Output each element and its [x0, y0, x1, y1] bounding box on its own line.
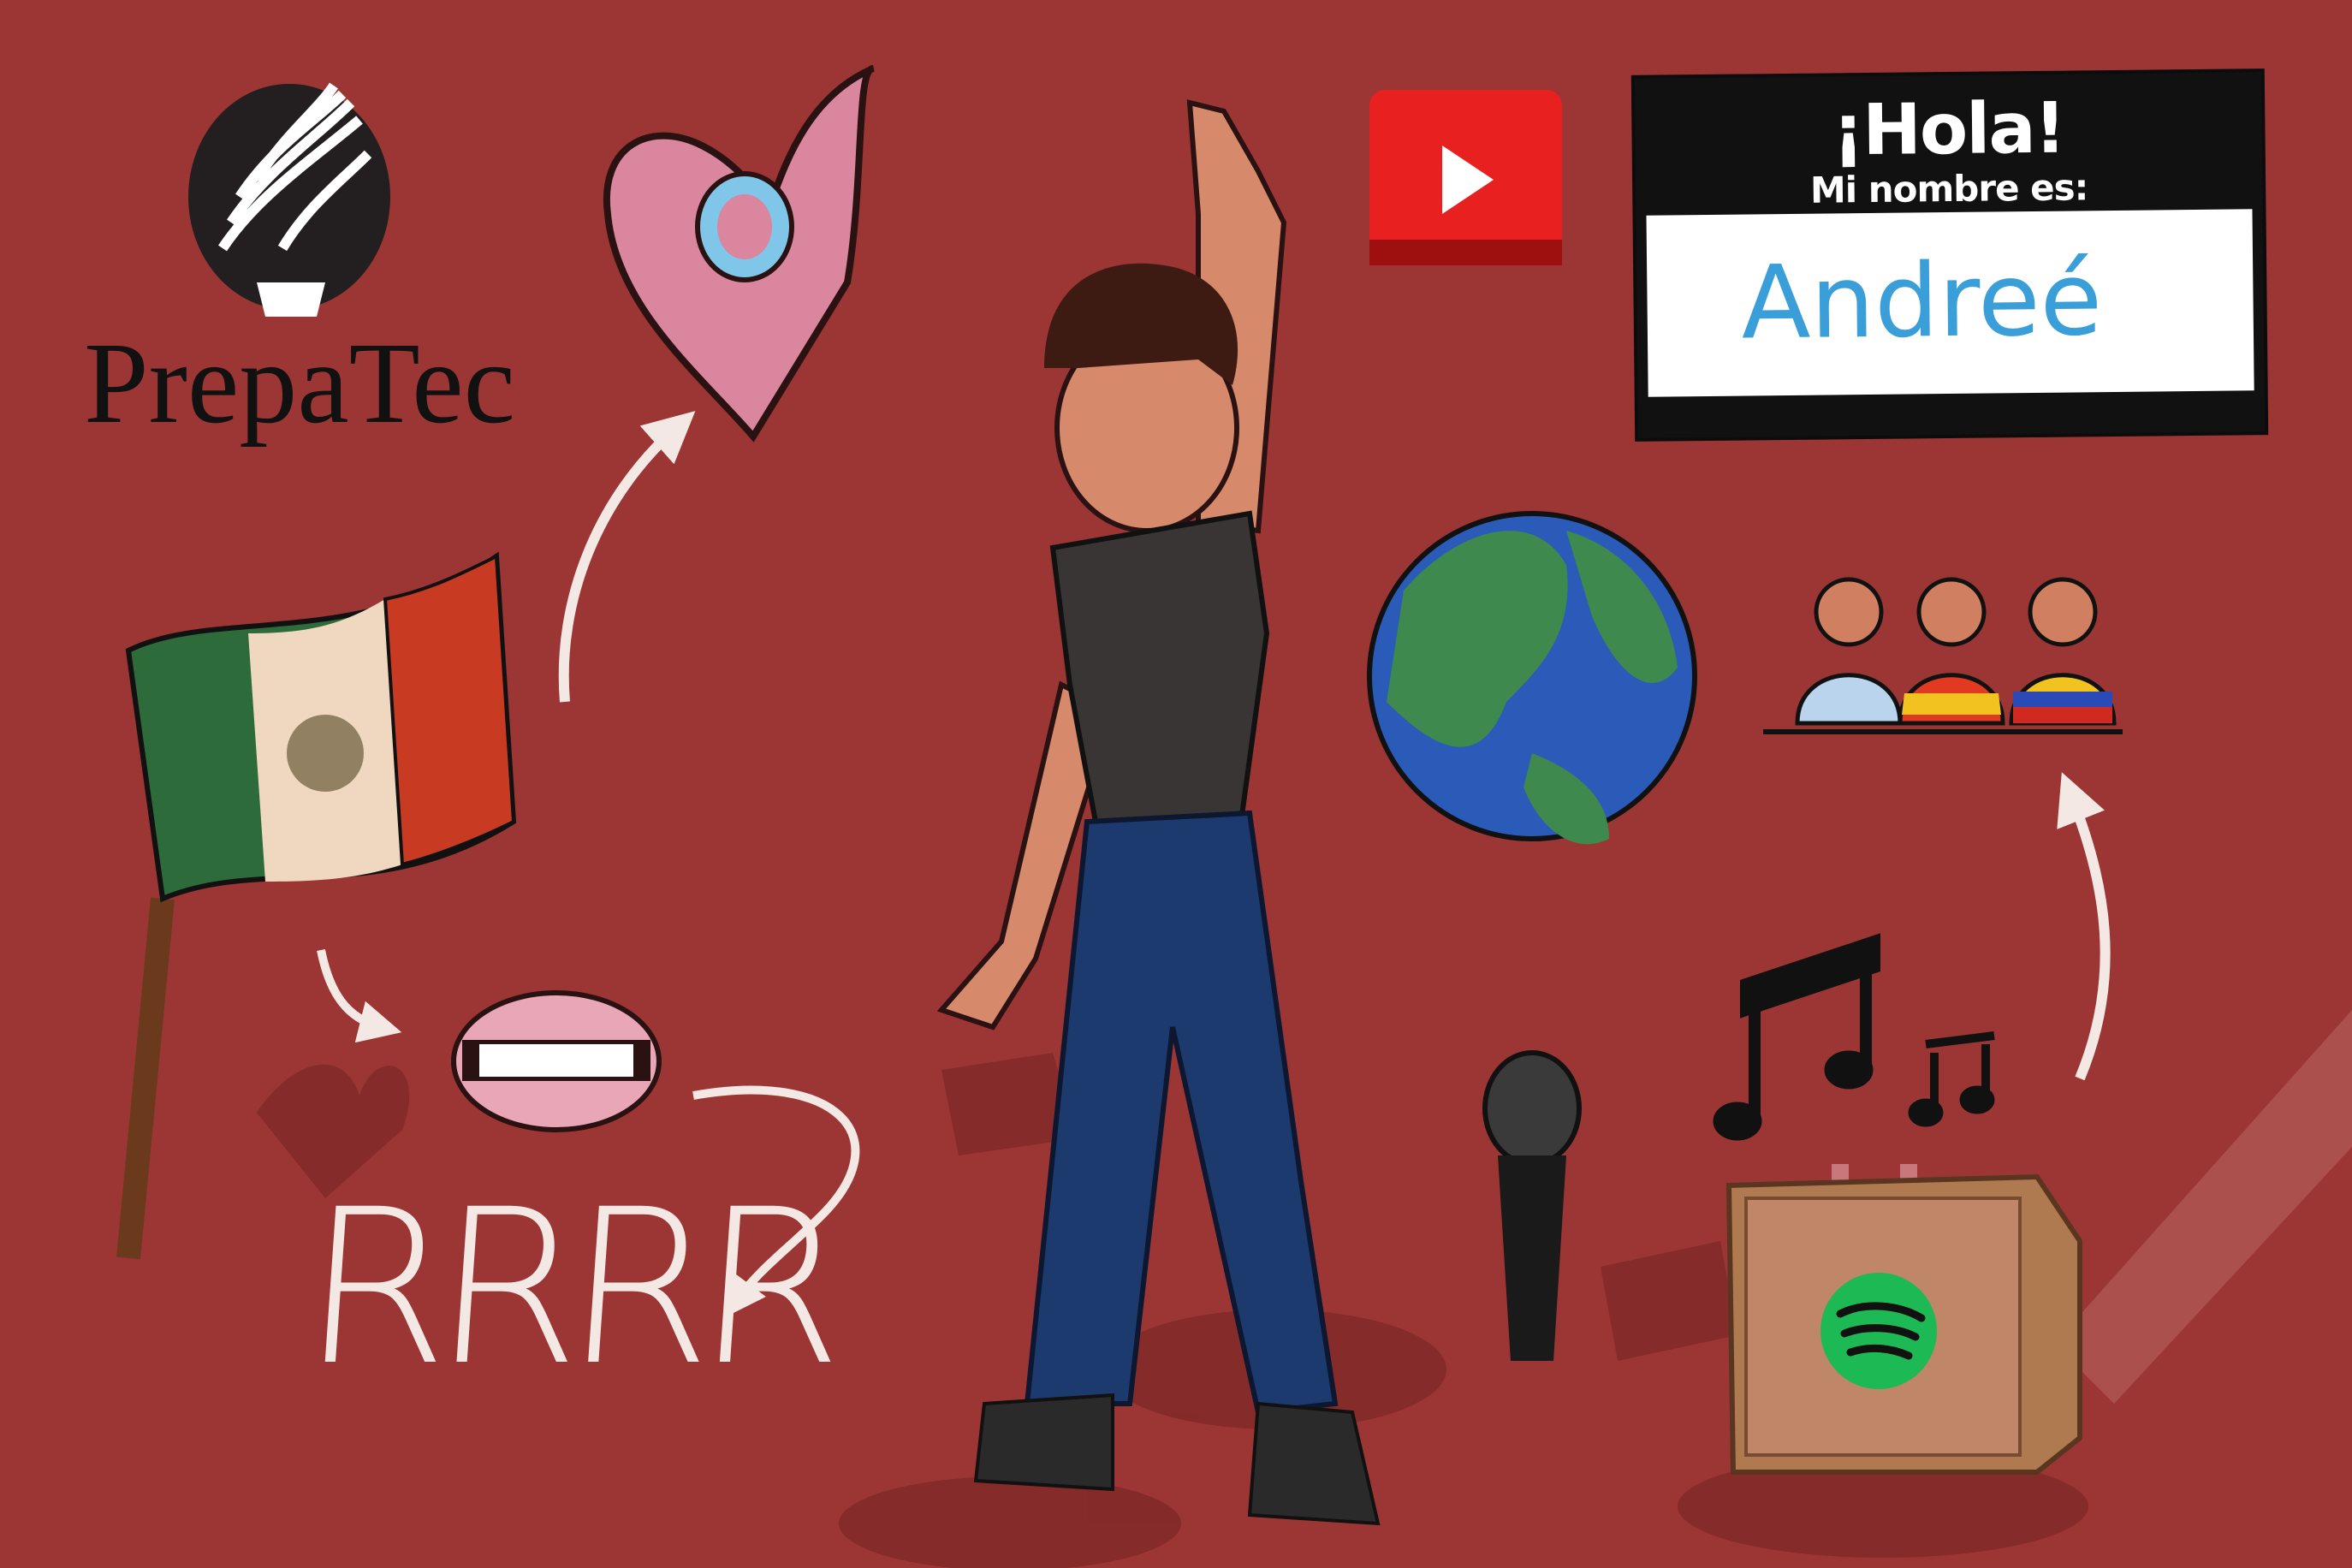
name-tag-field: Andreé	[1646, 209, 2254, 397]
spotify-speaker-icon	[1725, 1164, 2082, 1475]
name-tag: ¡Hola! Mi nombre es: Andreé	[1634, 72, 2266, 438]
music-notes-icon	[1713, 933, 1995, 1141]
name-tag-name: Andreé	[1740, 240, 2103, 362]
arrow-music-to-people	[2057, 772, 2111, 1081]
globe-icon	[1367, 511, 1697, 845]
name-tag-greeting: ¡Hola!	[1832, 87, 2065, 172]
people-flags-icon	[1763, 577, 2123, 734]
mouth-icon	[451, 990, 662, 1132]
prepatec-torch-icon	[188, 82, 390, 317]
illustration-canvas: PrepaTec ¡Hola! Mi nombre es: Andreé RRR…	[0, 0, 2352, 1568]
name-tag-subtitle: Mi nombre es:	[1809, 166, 2088, 211]
prepatec-logo-text: PrepaTec	[84, 319, 515, 448]
heart-icon	[603, 65, 875, 442]
arrow-flag-to-mouth	[317, 949, 402, 1043]
microphone-icon	[1482, 1050, 1582, 1361]
rrrr-doodle: RRRR	[294, 1163, 840, 1412]
youtube-icon	[1369, 90, 1562, 265]
light-beam	[2054, 1010, 2352, 1404]
arrow-flag-to-heart	[558, 411, 696, 703]
character-figure	[936, 99, 1381, 1526]
